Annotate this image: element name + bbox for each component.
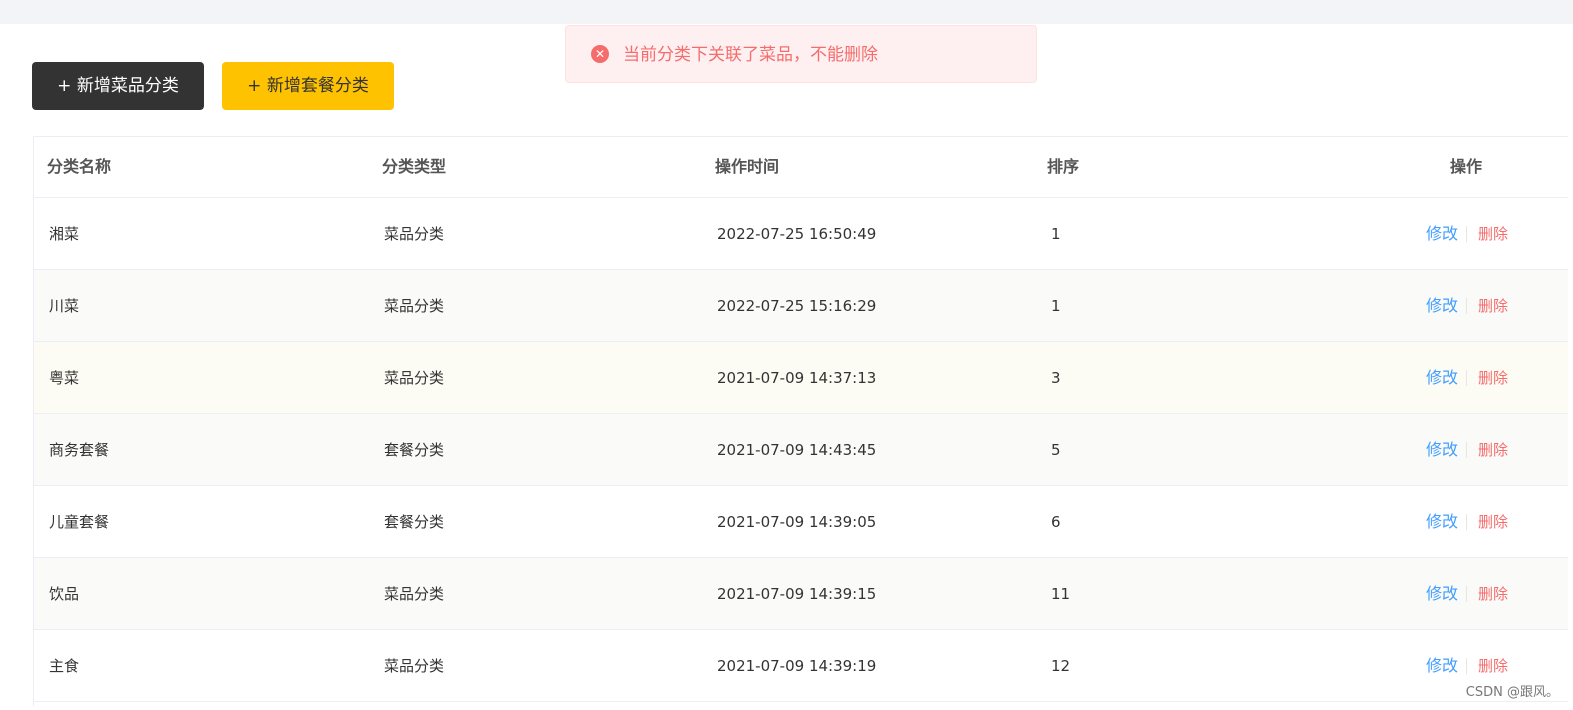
category-name: 川菜 bbox=[49, 297, 80, 315]
category-type: 套餐分类 bbox=[384, 513, 445, 531]
sort-order: 1 bbox=[1051, 297, 1061, 315]
edit-link[interactable]: 修改 bbox=[1426, 198, 1458, 270]
operation-time: 2021-07-09 14:39:15 bbox=[717, 585, 877, 603]
category-name: 粤菜 bbox=[49, 369, 80, 387]
table-header: 分类名称 分类类型 操作时间 排序 操作 bbox=[34, 137, 1568, 198]
category-name: 主食 bbox=[49, 657, 80, 675]
column-header-name: 分类名称 bbox=[47, 157, 112, 176]
action-divider bbox=[1466, 514, 1467, 530]
column-header-time: 操作时间 bbox=[715, 157, 780, 176]
column-header-actions: 操作 bbox=[1450, 157, 1483, 176]
sort-order: 1 bbox=[1051, 225, 1061, 243]
edit-link[interactable]: 修改 bbox=[1426, 558, 1458, 630]
edit-link[interactable]: 修改 bbox=[1426, 486, 1458, 558]
category-type: 菜品分类 bbox=[384, 369, 445, 387]
top-bar bbox=[0, 0, 1573, 24]
sort-order: 3 bbox=[1051, 369, 1061, 387]
edit-link[interactable]: 修改 bbox=[1426, 342, 1458, 414]
edit-link[interactable]: 修改 bbox=[1426, 270, 1458, 342]
table-row: 川菜 菜品分类 2022-07-25 15:16:29 1 修改 删除 bbox=[34, 270, 1568, 342]
delete-link[interactable]: 删除 bbox=[1478, 486, 1508, 558]
category-name: 湘菜 bbox=[49, 225, 80, 243]
sort-order: 12 bbox=[1051, 657, 1071, 675]
operation-time: 2022-07-25 16:50:49 bbox=[717, 225, 877, 243]
category-type: 菜品分类 bbox=[384, 225, 445, 243]
error-circle-icon: ✕ bbox=[591, 45, 609, 63]
error-toast: ✕ 当前分类下关联了菜品，不能删除 bbox=[565, 25, 1037, 83]
action-divider bbox=[1466, 298, 1467, 314]
category-type: 菜品分类 bbox=[384, 657, 445, 675]
action-divider bbox=[1466, 226, 1467, 242]
column-header-sort: 排序 bbox=[1047, 157, 1080, 176]
sort-order: 5 bbox=[1051, 441, 1061, 459]
edit-link[interactable]: 修改 bbox=[1426, 414, 1458, 486]
category-name: 儿童套餐 bbox=[49, 513, 110, 531]
add-combo-category-button[interactable]: + 新增套餐分类 bbox=[222, 62, 394, 110]
delete-link[interactable]: 删除 bbox=[1478, 198, 1508, 270]
toast-message: 当前分类下关联了菜品，不能删除 bbox=[623, 45, 878, 65]
sort-order: 6 bbox=[1051, 513, 1061, 531]
category-name: 饮品 bbox=[49, 585, 80, 603]
category-table: 分类名称 分类类型 操作时间 排序 操作 湘菜 菜品分类 2022-07-25 … bbox=[33, 136, 1568, 706]
action-divider bbox=[1466, 658, 1467, 674]
delete-link[interactable]: 删除 bbox=[1478, 414, 1508, 486]
edit-link[interactable]: 修改 bbox=[1426, 630, 1458, 702]
operation-time: 2022-07-25 15:16:29 bbox=[717, 297, 877, 315]
category-type: 菜品分类 bbox=[384, 297, 445, 315]
table-row: 粤菜 菜品分类 2021-07-09 14:37:13 3 修改 删除 bbox=[34, 342, 1568, 414]
category-type: 套餐分类 bbox=[384, 441, 445, 459]
table-row: 商务套餐 套餐分类 2021-07-09 14:43:45 5 修改 删除 bbox=[34, 414, 1568, 486]
operation-time: 2021-07-09 14:37:13 bbox=[717, 369, 877, 387]
operation-time: 2021-07-09 14:39:19 bbox=[717, 657, 877, 675]
category-name: 商务套餐 bbox=[49, 441, 110, 459]
action-divider bbox=[1466, 370, 1467, 386]
action-divider bbox=[1466, 586, 1467, 602]
watermark: CSDN @跟风。 bbox=[1465, 685, 1559, 700]
delete-link[interactable]: 删除 bbox=[1478, 342, 1508, 414]
operation-time: 2021-07-09 14:39:05 bbox=[717, 513, 877, 531]
table-row: 湘菜 菜品分类 2022-07-25 16:50:49 1 修改 删除 bbox=[34, 198, 1568, 270]
table-row: 主食 菜品分类 2021-07-09 14:39:19 12 修改 删除 bbox=[34, 630, 1568, 702]
column-header-type: 分类类型 bbox=[382, 157, 447, 176]
category-type: 菜品分类 bbox=[384, 585, 445, 603]
table-row: 儿童套餐 套餐分类 2021-07-09 14:39:05 6 修改 删除 bbox=[34, 486, 1568, 558]
add-dish-category-button[interactable]: + 新增菜品分类 bbox=[32, 62, 204, 110]
table-row: 饮品 菜品分类 2021-07-09 14:39:15 11 修改 删除 bbox=[34, 558, 1568, 630]
operation-time: 2021-07-09 14:43:45 bbox=[717, 441, 877, 459]
action-divider bbox=[1466, 442, 1467, 458]
delete-link[interactable]: 删除 bbox=[1478, 270, 1508, 342]
sort-order: 11 bbox=[1051, 585, 1071, 603]
delete-link[interactable]: 删除 bbox=[1478, 558, 1508, 630]
